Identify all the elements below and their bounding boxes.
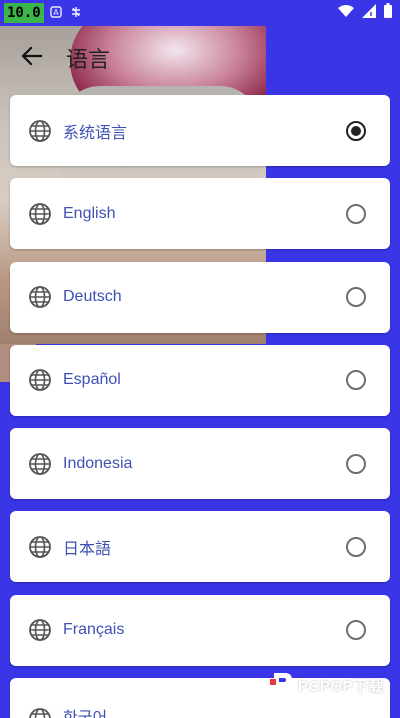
radio-unselected[interactable] [346,620,366,641]
language-label: 한국어 [63,704,390,718]
language-list: 系统语言 English Deutsch Español Indonesia 日… [10,95,390,718]
signal-icon [362,3,376,23]
pcpop-logo-icon [270,670,294,700]
radio-selected[interactable] [346,120,366,141]
radio-dot [351,125,361,136]
language-label: 系统语言 [63,124,128,142]
language-label: Français [63,621,125,639]
globe-icon [27,284,53,310]
radio-unselected[interactable] [346,203,366,224]
watermark: PCPOP下载 [270,667,395,703]
app-bar: 语言 [0,32,400,84]
language-item-deutsch[interactable]: Deutsch [10,261,390,333]
language-item-system[interactable]: 系统语言 [10,95,390,166]
globe-icon [27,118,53,144]
language-label: English [63,204,116,222]
battery-icon [384,3,392,23]
language-item-japanese[interactable]: 日本語 [10,511,390,583]
back-button[interactable] [16,42,48,74]
a-icon: A [50,5,62,21]
radio-unselected[interactable] [346,536,366,557]
svg-text:A: A [53,8,59,17]
arrow-left-icon [21,45,43,72]
globe-icon [27,706,53,718]
language-item-indonesia[interactable]: Indonesia [10,428,390,500]
globe-icon [27,534,53,560]
language-label: Español [63,371,121,389]
language-label: 日本語 [63,540,112,558]
status-bar: 10.0 A [0,0,400,26]
page-title: 语言 [66,47,111,72]
bug-icon [68,4,84,23]
language-item-francais[interactable]: Français [10,594,390,666]
radio-unselected[interactable] [346,287,366,308]
watermark-text: PCPOP下载 [298,677,385,695]
language-label: Deutsch [63,288,122,306]
globe-icon [27,201,53,227]
globe-icon [27,617,53,643]
globe-icon [27,451,53,477]
radio-unselected[interactable] [346,453,366,474]
globe-icon [27,367,53,393]
wifi-icon [338,4,354,23]
language-item-espanol[interactable]: Español [10,344,390,416]
language-item-english[interactable]: English [10,178,390,250]
status-time: 10.0 [4,3,44,23]
radio-unselected[interactable] [346,370,366,391]
language-label: Indonesia [63,454,133,472]
